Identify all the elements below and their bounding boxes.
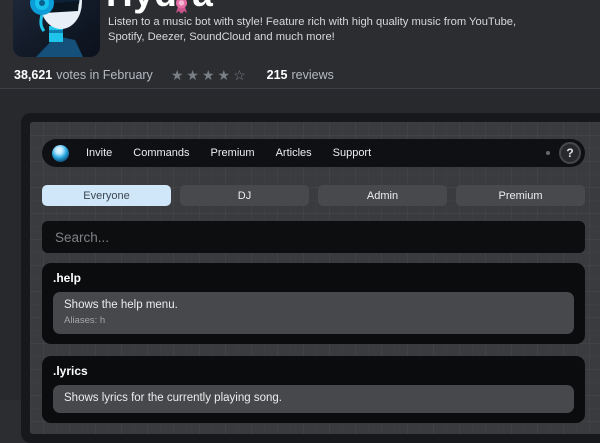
tab-admin[interactable]: Admin [318, 185, 447, 206]
tab-premium[interactable]: Premium [456, 185, 585, 206]
command-card: .lyrics Shows lyrics for the currently pl… [42, 356, 585, 423]
star-filled-icon: ★ [202, 67, 218, 83]
reviews-count: 215 [267, 68, 288, 82]
command-detail-box: Shows the help menu. Aliases: h [53, 292, 574, 334]
site-preview-panel: Invite Commands Premium Articles Support ? E… [21, 113, 600, 443]
preview-navbar: Invite Commands Premium Articles Support ? [42, 139, 585, 167]
help-button[interactable]: ? [559, 142, 581, 164]
votes-count: 38,621 [14, 68, 52, 82]
star-filled-icon: ★ [171, 67, 187, 83]
hydra-logo-icon [52, 145, 69, 162]
command-name: .lyrics [53, 365, 574, 378]
panel-textured-background: Invite Commands Premium Articles Support ? E… [30, 122, 600, 434]
command-detail-box: Shows lyrics for the currently playing s… [53, 385, 574, 413]
stats-row: 38,621 votes in February ★★★★☆ 215 revie… [14, 66, 334, 84]
nav-item-articles[interactable]: Articles [276, 147, 312, 159]
nav-item-premium[interactable]: Premium [211, 147, 255, 159]
bot-avatar [13, 0, 100, 57]
star-empty-icon: ☆ [233, 67, 249, 83]
command-description: Shows lyrics for the currently playing s… [64, 392, 563, 405]
votes-label: votes in February [56, 68, 153, 82]
bot-description: Listen to a music bot with style! Featur… [108, 15, 540, 45]
star-filled-icon: ★ [218, 67, 234, 83]
tab-dj[interactable]: DJ [180, 185, 309, 206]
bot-title: Hydra [106, 0, 213, 15]
tab-everyone[interactable]: Everyone [42, 185, 171, 206]
star-rating: ★★★★☆ [171, 68, 249, 82]
header-divider [0, 88, 600, 89]
certified-badge-icon [173, 0, 190, 15]
status-dot-icon [546, 151, 550, 155]
star-filled-icon: ★ [186, 67, 202, 83]
command-aliases: Aliases: h [64, 315, 563, 326]
search-input[interactable] [42, 221, 585, 253]
reviews-label: reviews [291, 68, 333, 82]
robot-avatar-illustration [13, 0, 100, 57]
permission-tabs: Everyone DJ Admin Premium [42, 185, 585, 206]
command-list: .help Shows the help menu. Aliases: h .lyri… [42, 263, 585, 423]
nav-item-commands[interactable]: Commands [133, 147, 189, 159]
command-description: Shows the help menu. [64, 299, 563, 312]
nav-item-invite[interactable]: Invite [86, 147, 112, 159]
command-name: .help [53, 272, 574, 285]
command-card: .help Shows the help menu. Aliases: h [42, 263, 585, 344]
nav-item-support[interactable]: Support [333, 147, 372, 159]
navbar-links: Invite Commands Premium Articles Support [86, 147, 371, 159]
